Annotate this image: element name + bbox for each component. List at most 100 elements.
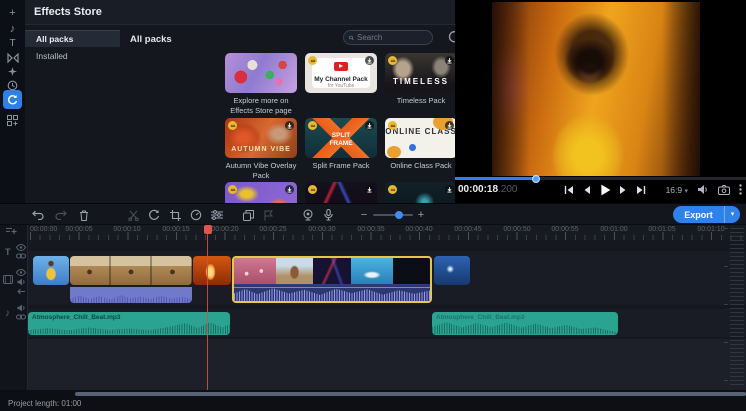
snapshot-icon[interactable] [718,185,730,195]
pack-tile-autumn-vibe[interactable]: AUTUMN VIBE [225,118,297,158]
pack-tile-partial-1[interactable] [225,182,297,203]
next-frame-icon[interactable] [617,183,629,197]
track-link-icon[interactable] [16,253,26,259]
track-visibility-icon[interactable] [16,269,26,276]
pack-tile-split-frame[interactable]: SPLIT FRAME [305,118,377,158]
track-mute-icon[interactable] [17,304,26,312]
aspect-ratio-select[interactable]: 16:9 ▾ [666,185,688,195]
export-options-chevron[interactable]: ▾ [724,206,740,223]
color-adjustments-icon[interactable] [209,207,225,223]
export-button[interactable]: Export ▾ [673,206,740,223]
download-icon[interactable] [365,121,374,130]
preview-panel: 00:00:18.200 16:9 ▾ [455,0,746,203]
undo-icon[interactable] [30,207,46,223]
effects-store-panel: Effects Store All packs Installed All pa… [25,0,455,203]
zoom-slider-handle[interactable] [395,211,403,219]
video-clip-3[interactable] [193,256,231,285]
catalog-icon[interactable] [0,112,25,128]
search-input[interactable] [357,33,427,42]
video-editor-window: + ♪ T Effects Store All packs Installed … [0,0,746,411]
pack-tile-lets-play[interactable]: Let's Play [305,182,377,203]
nav-installed[interactable]: Installed [25,48,120,65]
timeline: T ♪ 00:00:00 00:00:05 00:00:10 00:00:15 … [0,225,746,390]
delete-icon[interactable] [76,207,92,223]
prev-frame-icon[interactable] [581,183,593,197]
track-mute-icon[interactable] [17,278,26,286]
pack-tile-my-channel[interactable]: My Channel Pack for YouTube [305,53,377,93]
volume-icon[interactable] [697,184,709,195]
video-clip-2[interactable] [70,256,192,285]
track-arrow-icon[interactable] [17,288,26,295]
timeline-horizontal-scrollbar[interactable] [75,392,746,396]
seek-bar[interactable] [455,177,746,180]
marker-flag-icon[interactable] [260,207,276,223]
store-header: Effects Store [25,0,455,25]
download-icon[interactable] [445,185,454,194]
linked-audio-band[interactable] [70,287,192,303]
download-icon[interactable] [365,56,374,65]
video-clip-selected[interactable] [232,256,432,303]
skip-start-icon[interactable] [563,183,575,197]
seek-progress [455,177,536,180]
download-icon[interactable] [445,121,454,130]
clip-speed-icon[interactable] [188,207,204,223]
premium-crown-icon [388,185,397,194]
audio-clip-2[interactable]: Atmosphere_Chill_Beat.mp3 [432,312,618,335]
premium-crown-icon [308,56,317,65]
refresh-icon[interactable] [446,29,455,45]
pack-caption: Online Class Pack [380,161,455,171]
download-icon[interactable] [445,56,454,65]
status-bar: Project length: 01:00 [0,390,746,411]
video-clip-5[interactable] [434,256,470,285]
premium-crown-icon [308,121,317,130]
premium-crown-icon [308,185,317,194]
timeline-right-scale [730,228,744,388]
download-icon[interactable] [285,185,294,194]
pack-tile-timeless[interactable]: TIMELESS [385,53,455,93]
crop-icon[interactable] [167,207,183,223]
playhead-line[interactable] [207,227,208,390]
redo-icon[interactable] [53,207,69,223]
audio-track-icon: ♪ [5,309,10,319]
timeline-zoom-slider[interactable] [373,214,413,216]
record-audio-icon[interactable] [320,207,336,223]
track-visibility-icon[interactable] [16,244,26,251]
more-options-icon[interactable] [739,184,742,195]
track-link-icon[interactable] [16,314,26,320]
timeline-ruler[interactable]: 00:00:00 00:00:05 00:00:10 00:00:15 00:0… [28,225,746,240]
pack-tile-explore[interactable] [225,53,297,93]
play-icon[interactable] [599,183,611,197]
split-scissors-icon[interactable] [125,207,141,223]
download-icon[interactable] [285,121,294,130]
playhead-handle[interactable] [204,225,212,234]
add-track-icon[interactable] [6,227,17,236]
pack-tile-partial-2[interactable] [385,182,455,203]
pack-caption: Explore more onEffects Store page [220,96,302,116]
overlay-copy-icon[interactable] [240,207,256,223]
zoom-in-icon[interactable]: + [413,207,429,223]
playback-timecode: 00:00:18.200 [458,184,518,195]
nav-all-packs[interactable]: All packs [25,30,120,47]
effects-store-icon[interactable] [3,90,22,109]
youtube-icon [334,62,348,71]
volume-envelope[interactable] [234,287,430,288]
pack-art: My Channel Pack for YouTube [312,58,370,88]
search-icon [349,34,354,42]
skip-end-icon[interactable] [635,183,647,197]
webcam-icon[interactable] [300,207,316,223]
import-media-icon[interactable]: + [0,5,25,21]
rotate-icon[interactable] [146,207,162,223]
video-preview[interactable] [492,2,700,176]
pack-tile-online-class[interactable]: ONLINE CLASS [385,118,455,158]
pack-caption: Split Frame Pack [300,161,382,171]
track-controls-rail: T ♪ [0,225,28,390]
premium-crown-icon [388,56,397,65]
premium-crown-icon [228,121,237,130]
project-length-label: Project length: 01:00 [8,399,81,408]
music-icon[interactable]: ♪ [0,21,25,37]
download-icon[interactable] [365,185,374,194]
zoom-out-icon[interactable]: − [356,207,372,223]
search-box[interactable] [343,30,433,45]
audio-clip-1[interactable]: Atmosphere_Chill_Beat.mp3 [28,312,230,335]
video-clip-1[interactable] [33,256,69,285]
